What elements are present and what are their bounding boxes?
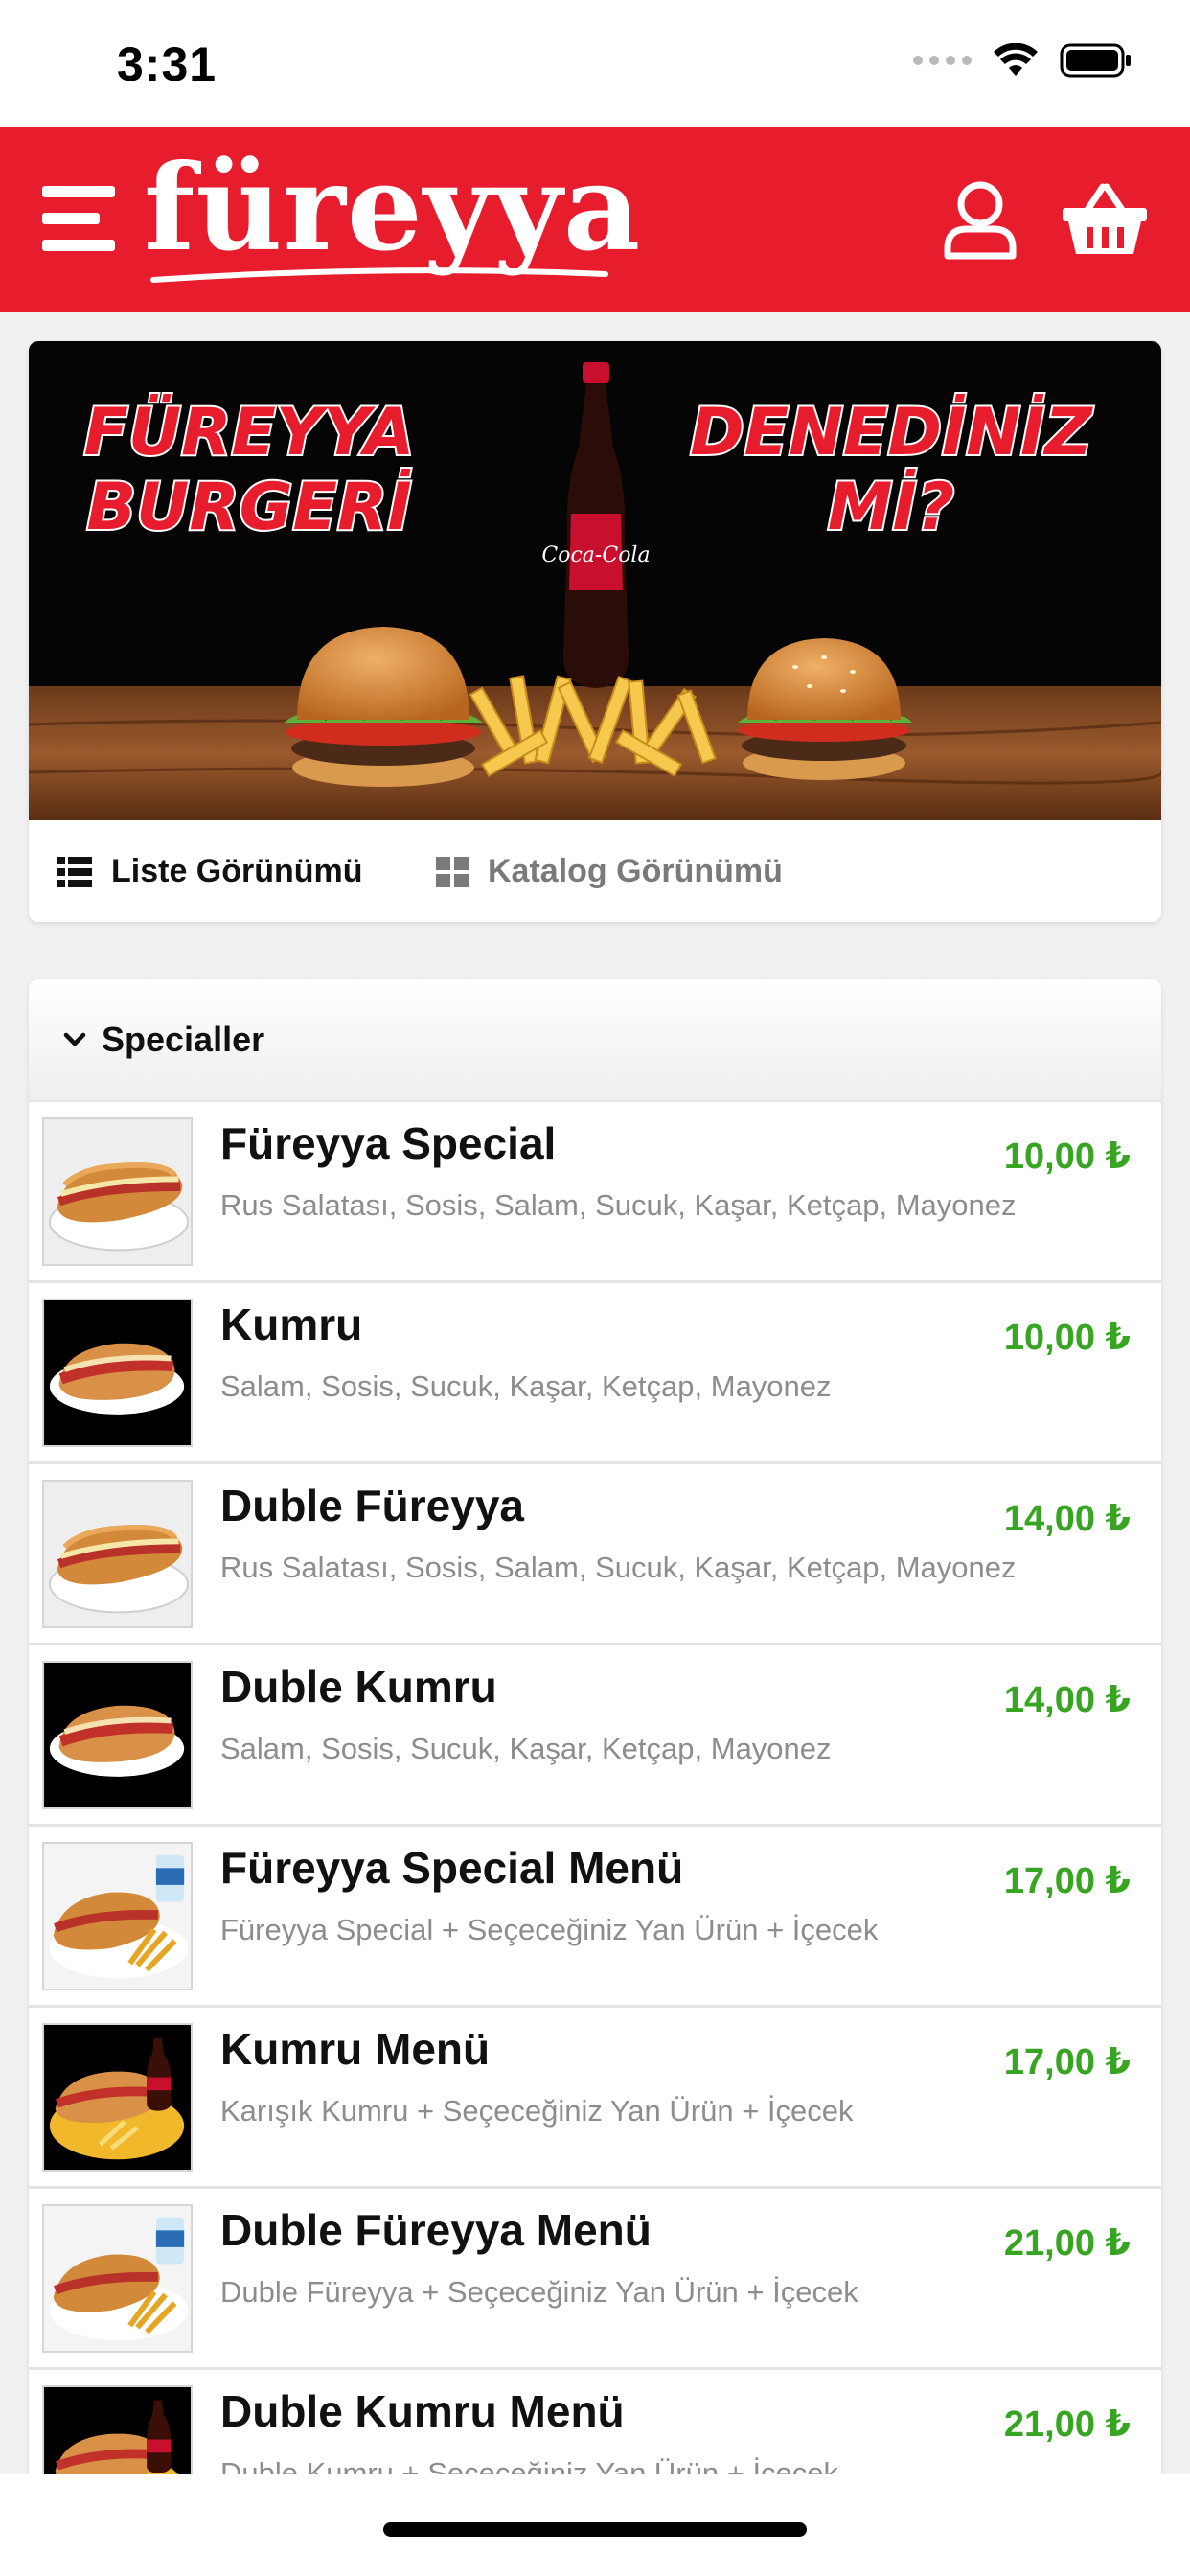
product-price: 17,00 ₺: [1003, 2042, 1131, 2082]
banner-headline-right-2: Mİ?: [828, 469, 954, 545]
banner-headline-left-2: BURGERİ: [86, 469, 411, 545]
product-price: 21,00 ₺: [1003, 2223, 1131, 2264]
product-description: Karışık Kumru + Seçeceğiniz Yan Ürün + İ…: [220, 2094, 854, 2128]
product-description: Salam, Sosis, Sucuk, Kaşar, Ketçap, Mayo…: [220, 1369, 832, 1403]
product-name: Duble Füreyya Menü: [220, 2205, 652, 2255]
product-row[interactable]: Füreyya Special Rus Salatası, Sosis, Sala…: [29, 1102, 1161, 1283]
product-row[interactable]: Duble Füreyya Menü Duble Füreyya + Seçece…: [29, 2189, 1161, 2370]
banner-headline-left-1: FÜREYYA: [83, 394, 414, 471]
product-name: Füreyya Special: [220, 1118, 557, 1168]
category-header[interactable]: Specialler: [29, 979, 1161, 1102]
product-name: Kumru: [220, 1300, 363, 1349]
app-header: füreyya: [0, 126, 1190, 312]
product-name: Duble Füreyya: [220, 1481, 524, 1530]
list-view-label: Liste Görünümü: [111, 853, 363, 889]
home-indicator-area: [0, 2474, 1190, 2576]
home-indicator[interactable]: [383, 2522, 807, 2537]
promo-banner-card: FÜREYYA BURGERİ DENEDİNİZ Mİ? Coca-Cola: [29, 341, 1161, 922]
battery-icon: [1060, 43, 1131, 78]
chevron-down-icon: [63, 1032, 86, 1046]
product-row[interactable]: Kumru Salam, Sosis, Sucuk, Kaşar, Ketçap,…: [29, 1283, 1161, 1464]
product-row[interactable]: Duble Füreyya Rus Salatası, Sosis, Salam,…: [29, 1464, 1161, 1645]
wifi-icon: [994, 43, 1038, 76]
list-view-icon: [57, 856, 92, 887]
product-image[interactable]: [42, 1842, 193, 1990]
category-title: Specialler: [102, 1020, 265, 1059]
svg-text:Coca-Cola: Coca-Cola: [541, 543, 650, 567]
status-time: 3:31: [117, 37, 217, 91]
category-card: Specialler Füreyya Special Rus Salatası, …: [29, 979, 1161, 2576]
product-description: Füreyya Special + Seçeceğiniz Yan Ürün +…: [220, 1913, 879, 1946]
product-image[interactable]: [42, 1117, 193, 1266]
hamburger-menu-icon[interactable]: [42, 186, 119, 255]
catalog-view-label: Katalog Görünümü: [488, 853, 783, 889]
shopping-basket-icon[interactable]: [1060, 174, 1150, 264]
view-toggle: Liste Görünümü Katalog Görünümü: [29, 820, 1161, 922]
product-image[interactable]: [42, 1480, 193, 1628]
catalog-view-button[interactable]: Katalog Görünümü: [436, 853, 783, 890]
list-view-button[interactable]: Liste Görünümü: [57, 853, 363, 890]
product-image[interactable]: [42, 1661, 193, 1809]
product-name: Füreyya Special Menü: [220, 1843, 684, 1893]
product-list: Füreyya Special Rus Salatası, Sosis, Sala…: [29, 1102, 1161, 2551]
status-bar: 3:31: [0, 0, 1190, 126]
product-row[interactable]: Kumru Menü Karışık Kumru + Seçeceğiniz Ya…: [29, 2008, 1161, 2189]
product-row[interactable]: Füreyya Special Menü Füreyya Special + Se…: [29, 1827, 1161, 2008]
product-image[interactable]: [42, 2204, 193, 2353]
status-icons: [913, 42, 1133, 79]
product-name: Kumru Menü: [220, 2024, 491, 2074]
banner-headline-right-1: DENEDİNİZ: [690, 394, 1093, 471]
product-image[interactable]: [42, 2023, 193, 2172]
logo-underline: [150, 267, 608, 283]
product-name: Duble Kumru Menü: [220, 2386, 625, 2436]
product-description: Rus Salatası, Sosis, Salam, Sucuk, Kaşar…: [220, 1551, 1017, 1584]
user-icon[interactable]: [935, 174, 1025, 264]
product-image[interactable]: [42, 1299, 193, 1447]
grid-view-icon: [436, 856, 469, 887]
brand-logo[interactable]: füreyya: [144, 143, 641, 274]
cellular-signal-icon: [913, 56, 972, 65]
product-price: 14,00 ₺: [1003, 1680, 1131, 1720]
product-description: Salam, Sosis, Sucuk, Kaşar, Ketçap, Mayo…: [220, 1732, 832, 1765]
product-description: Rus Salatası, Sosis, Salam, Sucuk, Kaşar…: [220, 1188, 1017, 1222]
product-price: 10,00 ₺: [1003, 1137, 1131, 1177]
product-row[interactable]: Duble Kumru Salam, Sosis, Sucuk, Kaşar, K…: [29, 1645, 1161, 1827]
product-description: Duble Füreyya + Seçeceğiniz Yan Ürün + İ…: [220, 2275, 858, 2309]
product-price: 10,00 ₺: [1003, 1318, 1131, 1358]
product-price: 21,00 ₺: [1003, 2404, 1131, 2445]
product-price: 17,00 ₺: [1003, 1861, 1131, 1901]
product-name: Duble Kumru: [220, 1662, 497, 1712]
product-price: 14,00 ₺: [1003, 1499, 1131, 1539]
promo-banner-image[interactable]: FÜREYYA BURGERİ DENEDİNİZ Mİ? Coca-Cola: [29, 341, 1161, 820]
